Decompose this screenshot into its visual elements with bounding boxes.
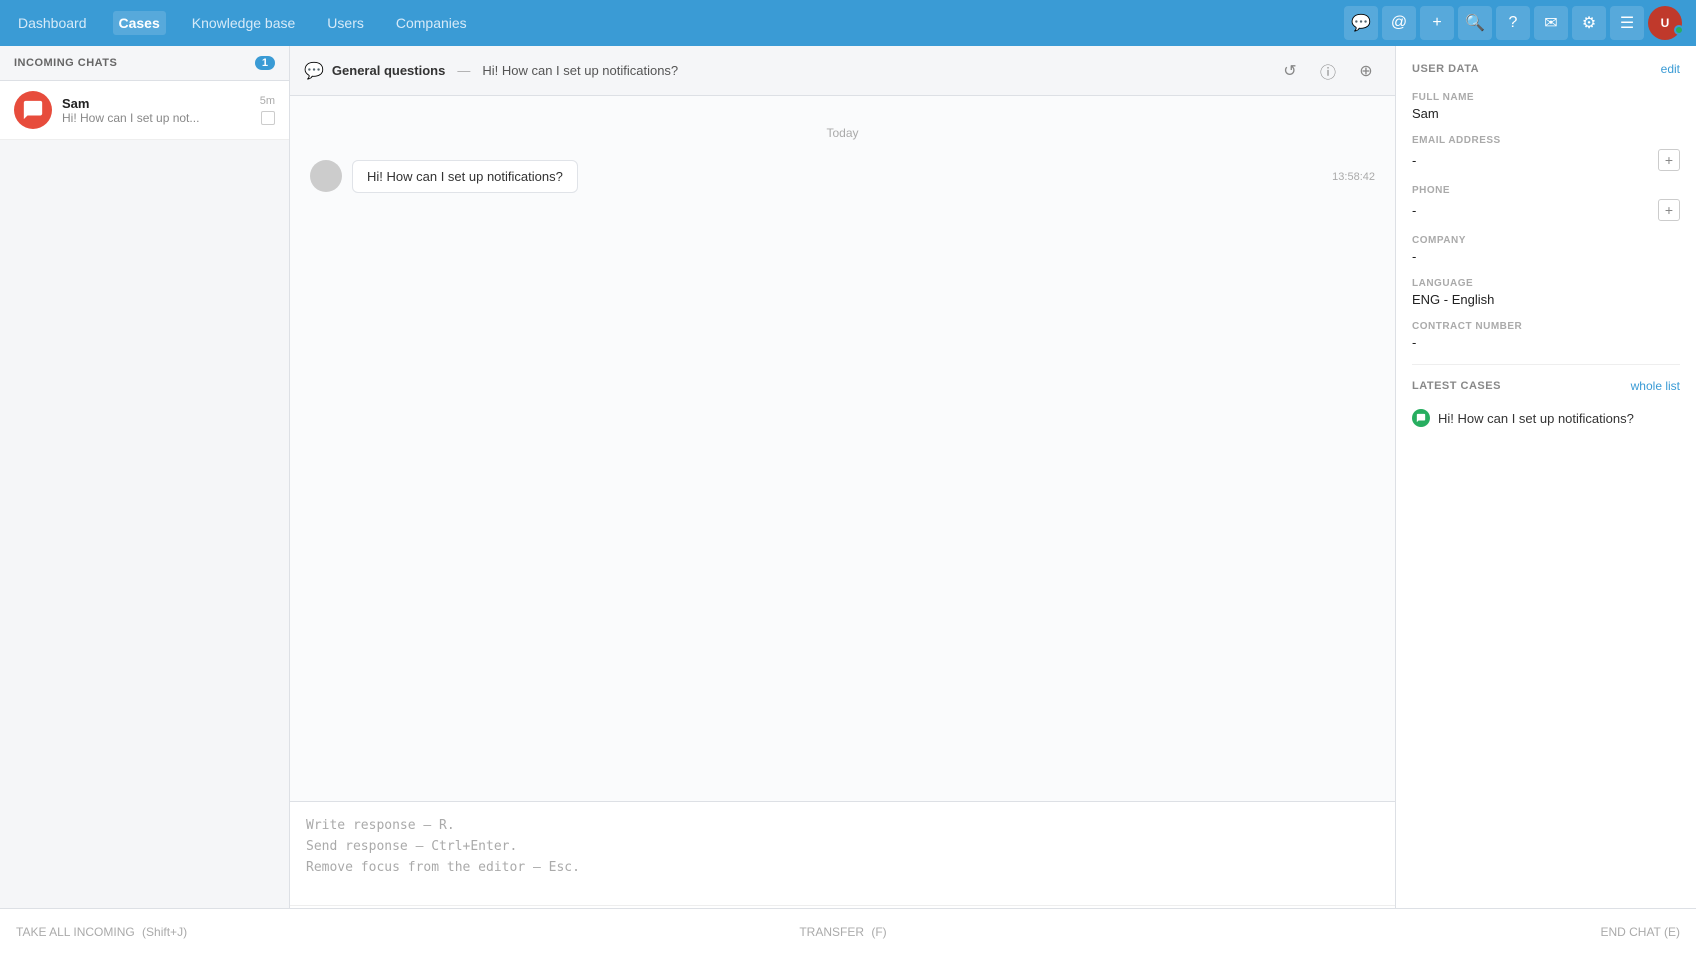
whole-list-link[interactable]: whole list: [1631, 379, 1680, 393]
message-row: Hi! How can I set up notifications? 13:5…: [310, 160, 1375, 193]
field-language: LANGUAGE ENG - English: [1412, 278, 1680, 307]
message-icon-btn[interactable]: ✉: [1534, 6, 1568, 40]
chat-preview: Hi! How can I set up not...: [62, 111, 250, 125]
inbox-icon-btn[interactable]: ☰: [1610, 6, 1644, 40]
add-person-icon-btn[interactable]: ⊕: [1351, 56, 1381, 86]
settings-icon-btn[interactable]: ⚙: [1572, 6, 1606, 40]
transfer-label: TRANSFER: [799, 925, 864, 939]
chat-info: Sam Hi! How can I set up not...: [62, 96, 250, 125]
bottom-bar-inner: TAKE ALL INCOMING (Shift+J) TRANSFER (F)…: [16, 924, 1680, 939]
field-phone: PHONE - +: [1412, 185, 1680, 221]
section-divider: [1412, 364, 1680, 365]
email-row: - +: [1412, 149, 1680, 171]
chat-header: 💬 General questions — Hi! How can I set …: [290, 46, 1395, 96]
user-data-title: USER DATA: [1412, 63, 1479, 75]
chat-icon-btn[interactable]: 💬: [1344, 6, 1378, 40]
take-all-label: TAKE ALL INCOMING: [16, 925, 135, 939]
nav-right-actions: 💬 @ + 🔍 ? ✉ ⚙ ☰ U: [1344, 6, 1684, 40]
phone-label: PHONE: [1412, 185, 1680, 196]
date-divider: Today: [310, 126, 1375, 140]
header-separator: —: [457, 63, 470, 78]
nav-companies[interactable]: Companies: [390, 11, 473, 35]
chat-bubble-icon: 💬: [304, 61, 324, 81]
case-text: Hi! How can I set up notifications?: [1438, 411, 1634, 426]
chat-name: Sam: [62, 96, 250, 111]
take-all-shortcut: (Shift+J): [142, 925, 187, 939]
bottom-center: TRANSFER (F): [306, 925, 1380, 939]
transfer-btn[interactable]: TRANSFER (F): [799, 925, 886, 939]
email-value: -: [1412, 153, 1416, 168]
status-dot: [1674, 25, 1684, 35]
language-label: LANGUAGE: [1412, 278, 1680, 289]
help-icon-btn[interactable]: ?: [1496, 6, 1530, 40]
right-sidebar: USER DATA edit FULL NAME Sam EMAIL ADDRE…: [1396, 46, 1696, 954]
search-icon-btn[interactable]: 🔍: [1458, 6, 1492, 40]
end-chat-btn[interactable]: END CHAT (E): [1600, 925, 1680, 939]
reply-textarea[interactable]: Write response — R. Send response — Ctrl…: [290, 802, 1395, 902]
chat-meta: 5m: [260, 95, 275, 125]
latest-cases-header: LATEST CASES whole list: [1412, 379, 1680, 393]
chat-category: General questions: [332, 63, 445, 78]
chat-checkbox[interactable]: [261, 111, 275, 125]
add-phone-btn[interactable]: +: [1658, 199, 1680, 221]
nav-cases[interactable]: Cases: [113, 11, 166, 35]
info-icon-btn[interactable]: ⓘ: [1313, 56, 1343, 86]
bottom-bar: TAKE ALL INCOMING (Shift+J) TRANSFER (F)…: [0, 908, 1696, 954]
case-chat-icon: [1412, 409, 1430, 427]
field-contract-number: CONTRACT NUMBER -: [1412, 321, 1680, 350]
latest-cases-title: LATEST CASES: [1412, 380, 1501, 392]
full-name-value: Sam: [1412, 106, 1680, 121]
company-label: COMPANY: [1412, 235, 1680, 246]
chat-time: 5m: [260, 95, 275, 107]
case-item[interactable]: Hi! How can I set up notifications?: [1412, 405, 1680, 431]
plus-icon-btn[interactable]: +: [1420, 6, 1454, 40]
top-navigation: Dashboard Cases Knowledge base Users Com…: [0, 0, 1696, 46]
nav-users[interactable]: Users: [321, 11, 370, 35]
phone-value: -: [1412, 203, 1416, 218]
language-value: ENG - English: [1412, 292, 1680, 307]
contract-number-value: -: [1412, 335, 1680, 350]
messages-area[interactable]: Today Hi! How can I set up notifications…: [290, 96, 1395, 801]
email-label: EMAIL ADDRESS: [1412, 135, 1680, 146]
left-sidebar: INCOMING CHATS 1 Sam Hi! How can I set u…: [0, 46, 290, 954]
message-user-avatar: [310, 160, 342, 192]
message-bubble: Hi! How can I set up notifications?: [352, 160, 578, 193]
email-icon-btn[interactable]: @: [1382, 6, 1416, 40]
history-icon-btn[interactable]: ↺: [1275, 56, 1305, 86]
incoming-count-badge: 1: [255, 56, 275, 70]
full-name-label: FULL NAME: [1412, 92, 1680, 103]
message-time: 13:58:42: [1332, 171, 1375, 183]
chat-header-actions: ↺ ⓘ ⊕: [1275, 56, 1381, 86]
user-avatar[interactable]: U: [1648, 6, 1682, 40]
chat-list-item[interactable]: Sam Hi! How can I set up not... 5m: [0, 81, 289, 140]
field-company: COMPANY -: [1412, 235, 1680, 264]
sidebar-title: INCOMING CHATS: [14, 57, 117, 69]
chat-avatar: [14, 91, 52, 129]
take-all-incoming-btn[interactable]: TAKE ALL INCOMING (Shift+J): [16, 925, 187, 939]
user-data-header: USER DATA edit: [1412, 62, 1680, 76]
main-layout: INCOMING CHATS 1 Sam Hi! How can I set u…: [0, 46, 1696, 954]
contract-number-label: CONTRACT NUMBER: [1412, 321, 1680, 332]
nav-knowledge-base[interactable]: Knowledge base: [186, 11, 302, 35]
transfer-shortcut: (F): [871, 925, 886, 939]
center-chat-panel: 💬 General questions — Hi! How can I set …: [290, 46, 1396, 954]
bottom-left: TAKE ALL INCOMING (Shift+J): [16, 924, 306, 939]
edit-link[interactable]: edit: [1661, 62, 1680, 76]
header-message-preview: Hi! How can I set up notifications?: [482, 63, 678, 78]
add-email-btn[interactable]: +: [1658, 149, 1680, 171]
field-email: EMAIL ADDRESS - +: [1412, 135, 1680, 171]
company-value: -: [1412, 249, 1680, 264]
sidebar-header: INCOMING CHATS 1: [0, 46, 289, 81]
bottom-right: END CHAT (E): [1380, 925, 1680, 939]
nav-dashboard[interactable]: Dashboard: [12, 11, 93, 35]
field-full-name: FULL NAME Sam: [1412, 92, 1680, 121]
phone-row: - +: [1412, 199, 1680, 221]
